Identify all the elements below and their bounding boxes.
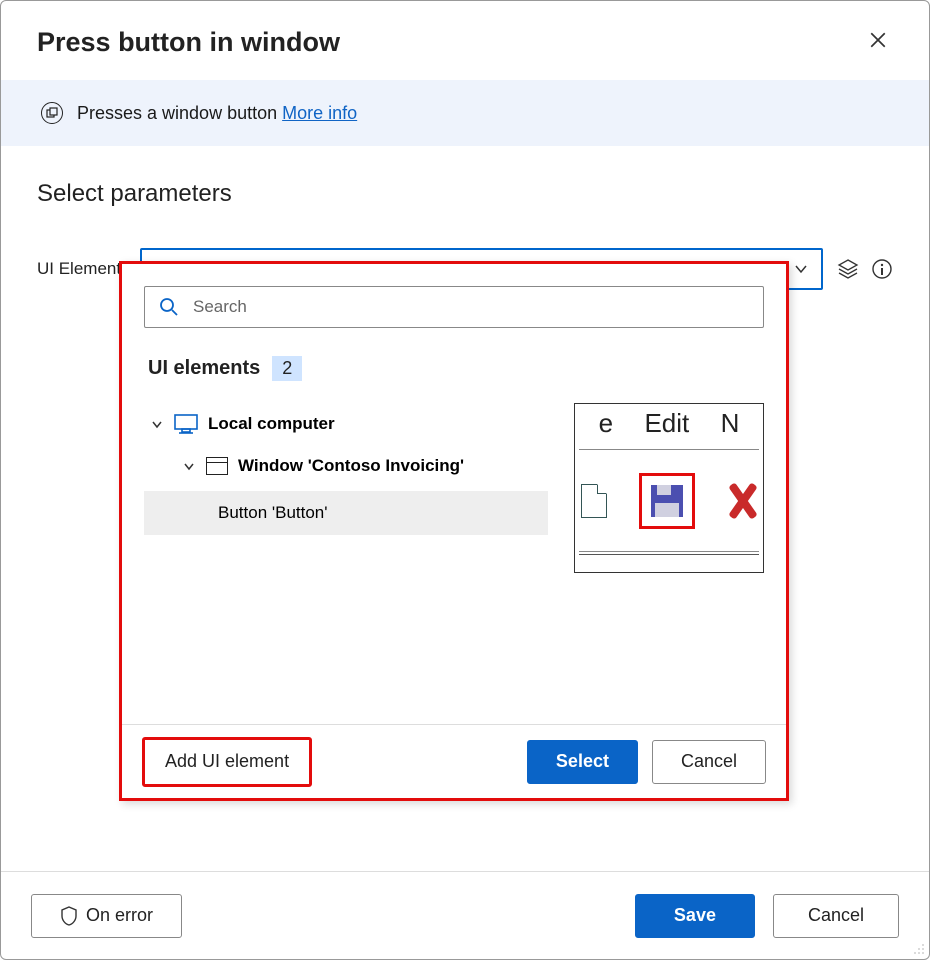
preview-toolbar xyxy=(579,450,759,552)
popup-body: UI elements 2 Local computer Wind xyxy=(122,264,786,724)
info-text: Presses a window button More info xyxy=(77,103,357,124)
button-label: Add UI element xyxy=(165,751,289,772)
preview-menubar: e Edit N xyxy=(579,408,759,450)
dialog-window: Press button in window Presses a window … xyxy=(0,0,930,960)
button-label: Cancel xyxy=(808,905,864,926)
search-icon xyxy=(159,297,179,317)
search-box[interactable] xyxy=(144,286,764,328)
cancel-button[interactable]: Cancel xyxy=(773,894,899,938)
on-error-button[interactable]: On error xyxy=(31,894,182,938)
action-icon xyxy=(41,102,63,124)
section-title: Select parameters xyxy=(37,180,893,208)
select-button[interactable]: Select xyxy=(527,740,638,784)
resize-grip-icon[interactable] xyxy=(911,941,925,955)
ui-elements-count: 2 xyxy=(272,356,302,381)
chevron-down-icon xyxy=(150,417,164,431)
search-input[interactable] xyxy=(191,296,749,318)
add-ui-element-button[interactable]: Add UI element xyxy=(142,737,312,787)
tree-label: Local computer xyxy=(208,414,335,434)
save-floppy-icon xyxy=(651,485,683,517)
layers-icon[interactable] xyxy=(837,258,859,280)
button-label: Save xyxy=(674,905,716,926)
titlebar: Press button in window xyxy=(1,1,929,80)
preview-text: N xyxy=(721,408,740,439)
target-highlight-icon xyxy=(631,465,703,537)
close-icon xyxy=(869,31,887,49)
tree-node-root[interactable]: Local computer xyxy=(144,403,548,445)
tree-preview-row: Local computer Window 'Contoso Invoicing… xyxy=(144,403,764,573)
preview-text: Edit xyxy=(644,408,689,439)
button-label: On error xyxy=(86,905,153,926)
preview-text: e xyxy=(599,408,613,439)
close-button[interactable] xyxy=(863,30,893,56)
ui-element-label: UI Element: xyxy=(37,259,126,279)
body-area: Select parameters UI Element: Local comp… xyxy=(1,146,929,871)
dropdown-side-icons xyxy=(837,258,893,280)
element-preview: e Edit N xyxy=(574,403,764,573)
tree-node-button[interactable]: Button 'Button' xyxy=(144,491,548,535)
popup-cancel-button[interactable]: Cancel xyxy=(652,740,766,784)
save-button[interactable]: Save xyxy=(635,894,755,938)
tree-label: Button 'Button' xyxy=(218,503,328,523)
shield-icon xyxy=(60,906,78,926)
ui-element-picker-popup: UI elements 2 Local computer Wind xyxy=(119,261,789,801)
info-bar: Presses a window button More info xyxy=(1,80,929,146)
ui-elements-header: UI elements 2 xyxy=(148,356,764,381)
monitor-icon xyxy=(174,414,198,434)
chevron-down-icon xyxy=(182,459,196,473)
button-label: Cancel xyxy=(681,751,737,772)
tree-node-window[interactable]: Window 'Contoso Invoicing' xyxy=(144,445,548,487)
window-footer: On error Save Cancel xyxy=(1,871,929,959)
info-icon[interactable] xyxy=(871,258,893,280)
window-icon xyxy=(206,457,228,475)
info-text-label: Presses a window button xyxy=(77,103,277,123)
more-info-link[interactable]: More info xyxy=(282,103,357,123)
dialog-title: Press button in window xyxy=(37,27,340,58)
delete-x-icon xyxy=(727,481,757,521)
page-icon xyxy=(581,484,607,518)
chevron-down-icon xyxy=(793,261,809,277)
tree-column: Local computer Window 'Contoso Invoicing… xyxy=(144,403,548,573)
ui-elements-title: UI elements xyxy=(148,357,260,380)
button-label: Select xyxy=(556,751,609,772)
preview-bottom-bar xyxy=(579,554,759,568)
tree-label: Window 'Contoso Invoicing' xyxy=(238,456,464,476)
popup-footer: Add UI element Select Cancel xyxy=(122,724,786,798)
